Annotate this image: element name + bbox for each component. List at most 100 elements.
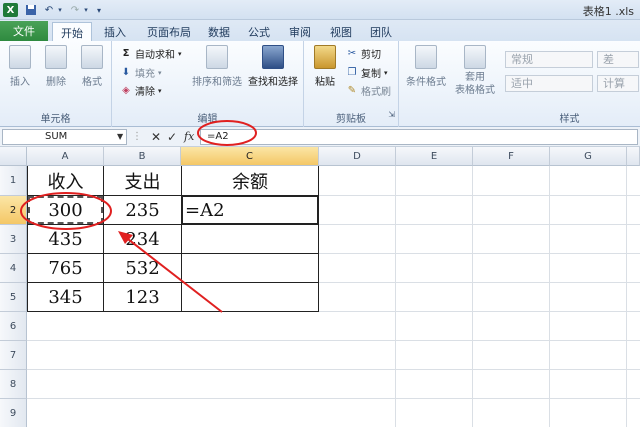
- cell-b4[interactable]: 532: [104, 254, 181, 282]
- name-box[interactable]: SUM: [2, 129, 127, 145]
- sort-filter-button[interactable]: 排序和筛选: [188, 45, 246, 88]
- enter-icon[interactable]: ✓: [167, 130, 177, 144]
- row-header-4[interactable]: 4: [0, 254, 27, 283]
- cut-button[interactable]: ✂ 剪切: [346, 46, 381, 61]
- row-header-5[interactable]: 5: [0, 283, 27, 312]
- insert-function-icon[interactable]: fx: [184, 130, 194, 143]
- cell-b1[interactable]: 支出: [104, 166, 181, 195]
- tab-file[interactable]: 文件: [0, 21, 48, 41]
- column-header-e[interactable]: E: [396, 147, 473, 166]
- gridline: [626, 166, 627, 427]
- style-normal[interactable]: 常规: [505, 51, 593, 68]
- clipboard-group-label: 剪贴板 ⇲: [336, 110, 395, 125]
- excel-logo-icon[interactable]: X: [3, 3, 18, 17]
- row-header-8[interactable]: 8: [0, 370, 27, 399]
- redo-dropdown-icon[interactable]: ▾: [82, 3, 90, 17]
- delete-cells-button[interactable]: 删除: [42, 45, 70, 88]
- column-header-f[interactable]: F: [473, 147, 550, 166]
- column-header-next[interactable]: [627, 147, 640, 166]
- redo-icon[interactable]: ↷: [68, 3, 82, 17]
- column-header-a[interactable]: A: [27, 147, 104, 166]
- undo-icon[interactable]: ↶: [42, 3, 56, 17]
- conditional-format-button[interactable]: 条件格式: [401, 45, 451, 88]
- row-header-2[interactable]: 2: [0, 196, 27, 225]
- binoculars-icon: [262, 45, 284, 69]
- cell-c1[interactable]: 余额: [182, 166, 318, 195]
- style-calculation[interactable]: 计算: [597, 75, 639, 92]
- format-cells-button[interactable]: 格式: [78, 45, 106, 88]
- copy-button[interactable]: ❐ 复制 ▾: [346, 65, 388, 80]
- tab-insert[interactable]: 插入: [98, 22, 132, 41]
- formula-input[interactable]: =A2: [200, 129, 638, 145]
- autosum-button[interactable]: Σ 自动求和 ▾: [120, 46, 182, 61]
- tab-page-layout[interactable]: 页面布局: [140, 22, 198, 41]
- paste-button[interactable]: 粘贴: [310, 45, 340, 88]
- gridline: [27, 369, 640, 370]
- table-format-icon: [464, 45, 486, 69]
- undo-dropdown-icon[interactable]: ▾: [56, 3, 64, 17]
- chevron-down-icon: ▾: [384, 68, 388, 77]
- tab-team[interactable]: 团队: [366, 22, 396, 41]
- cell-a5[interactable]: 345: [28, 283, 103, 311]
- column-header-b[interactable]: B: [104, 147, 181, 166]
- tab-view[interactable]: 视图: [326, 22, 356, 41]
- tab-formulas[interactable]: 公式: [244, 22, 274, 41]
- row-header-7[interactable]: 7: [0, 341, 27, 370]
- active-cell-border: [181, 195, 319, 225]
- tab-review[interactable]: 审阅: [285, 22, 315, 41]
- dialog-launcher-icon[interactable]: ⇲: [388, 110, 395, 119]
- title-bar: X ↶ ▾ ↷ ▾ ▾ 表格1 .xls: [0, 0, 640, 20]
- insert-cells-icon: [9, 45, 31, 69]
- cell-c5[interactable]: [182, 283, 318, 311]
- cells-group-label: 单元格: [40, 114, 71, 125]
- clipboard-group: 粘贴 ✂ 剪切 ❐ 复制 ▾ ✎ 格式刷 剪贴板 ⇲: [304, 41, 399, 127]
- gridline: [472, 166, 473, 427]
- column-header-c[interactable]: C: [181, 147, 319, 166]
- ribbon: 插入 删除 格式 单元格 Σ 自动求和 ▾ ⬇ 填充 ▾ ◈ 清除 ▾ 排序和筛…: [0, 41, 640, 127]
- gridline: [27, 340, 640, 341]
- ribbon-tabs: 文件 开始 插入 页面布局 数据 公式 审阅 视图 团队: [0, 20, 640, 42]
- cell-b3[interactable]: 234: [104, 225, 181, 253]
- cell-a1[interactable]: 收入: [28, 166, 103, 195]
- format-as-table-button[interactable]: 套用 表格格式: [449, 45, 501, 97]
- cell-b2[interactable]: 235: [104, 196, 181, 224]
- cell-c4[interactable]: [182, 254, 318, 282]
- worksheet: A B C D E F G 1 2 3 4 5 6 7 8 9 收入 支出 余额…: [0, 147, 640, 427]
- save-icon[interactable]: [24, 3, 38, 17]
- splitter-icon[interactable]: ⋮: [132, 131, 142, 142]
- style-bad[interactable]: 差: [597, 51, 639, 68]
- fill-button[interactable]: ⬇ 填充 ▾: [120, 65, 162, 80]
- copy-icon: ❐: [347, 67, 357, 78]
- row-header-1[interactable]: 1: [0, 166, 27, 196]
- find-select-button[interactable]: 查找和选择: [244, 45, 302, 88]
- cancel-icon[interactable]: ✕: [151, 130, 161, 144]
- style-neutral[interactable]: 适中: [505, 75, 593, 92]
- fill-down-icon: ⬇: [121, 67, 131, 78]
- table-border: [27, 311, 319, 312]
- window-title: 表格1 .xls: [582, 5, 634, 18]
- editing-group: Σ 自动求和 ▾ ⬇ 填充 ▾ ◈ 清除 ▾ 排序和筛选 查找和选择 编辑: [112, 41, 304, 127]
- cell-a3[interactable]: 435: [28, 225, 103, 253]
- row-header-9[interactable]: 9: [0, 399, 27, 427]
- customize-toolbar-icon[interactable]: ▾: [94, 3, 104, 17]
- editing-group-label: 编辑: [197, 114, 218, 125]
- column-header-g[interactable]: G: [550, 147, 627, 166]
- clear-button[interactable]: ◈ 清除 ▾: [120, 83, 161, 98]
- row-header-6[interactable]: 6: [0, 312, 27, 341]
- cell-c3[interactable]: [182, 225, 318, 253]
- column-header-d[interactable]: D: [319, 147, 396, 166]
- formula-bar: SUM ▼ ⋮ ✕ ✓ fx =A2: [0, 127, 640, 147]
- sigma-icon: Σ: [122, 48, 130, 59]
- select-all-button[interactable]: [0, 147, 27, 166]
- format-painter-button[interactable]: ✎ 格式刷: [346, 83, 391, 98]
- cell-a4[interactable]: 765: [28, 254, 103, 282]
- gridline: [27, 398, 640, 399]
- sort-filter-icon: [206, 45, 228, 69]
- cell-b5[interactable]: 123: [104, 283, 181, 311]
- styles-group: 条件格式 套用 表格格式 常规 差 适中 计算 样式: [399, 41, 640, 127]
- insert-cells-button[interactable]: 插入: [6, 45, 34, 88]
- chevron-down-icon[interactable]: ▼: [117, 132, 123, 141]
- tab-home[interactable]: 开始: [52, 22, 92, 42]
- tab-data[interactable]: 数据: [204, 22, 234, 41]
- row-header-3[interactable]: 3: [0, 225, 27, 254]
